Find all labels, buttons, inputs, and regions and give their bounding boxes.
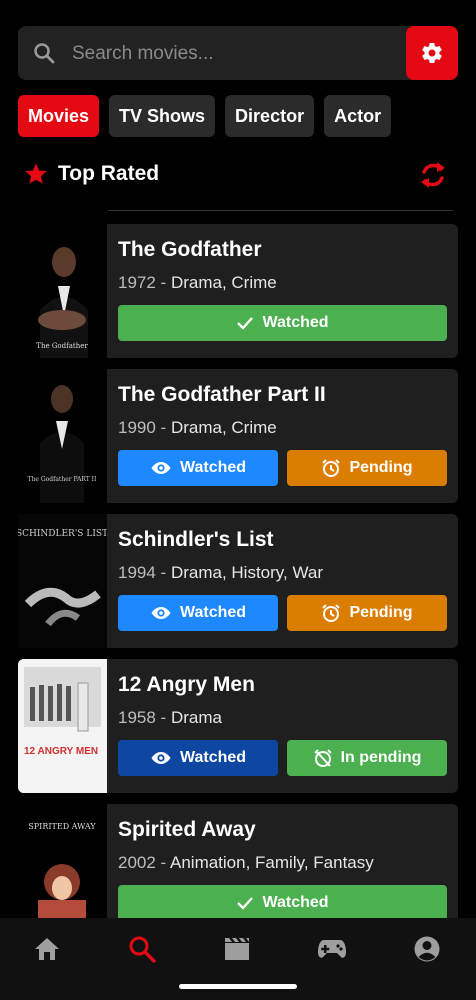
- movie-genres: Animation, Family, Fantasy: [170, 853, 374, 872]
- movie-genres: Drama, Crime: [170, 418, 277, 437]
- nav-movies[interactable]: [217, 932, 257, 966]
- nav-search[interactable]: [122, 932, 162, 966]
- movie-title: The Godfather Part II: [118, 383, 326, 406]
- alarm-icon: [322, 459, 341, 477]
- watched-button[interactable]: Watched: [118, 595, 278, 631]
- search-input[interactable]: [70, 26, 404, 82]
- home-indicator: [179, 984, 297, 989]
- movie-card[interactable]: The Godfather The Godfather 1972 - Drama…: [18, 224, 458, 358]
- eye-icon: [151, 607, 171, 619]
- filter-tabs: Movies TV Shows Director Actor: [18, 95, 392, 137]
- nav-account[interactable]: [407, 932, 447, 966]
- button-label: Watched: [179, 604, 247, 621]
- movie-info: The Godfather 1972 - Drama, Crime Watche…: [107, 224, 458, 358]
- button-label: Watched: [179, 459, 247, 476]
- divider: [108, 210, 453, 211]
- nav-home[interactable]: [27, 932, 67, 966]
- search-bar: [18, 26, 458, 82]
- button-label: Watched: [179, 749, 247, 766]
- movie-info: The Godfather Part II 1990 - Drama, Crim…: [107, 369, 458, 503]
- movie-poster: SCHINDLER'S LIST: [18, 514, 107, 648]
- movie-title: 12 Angry Men: [118, 673, 255, 696]
- gamepad-icon: [318, 940, 346, 958]
- poster-text: The Godfather PART II: [28, 476, 97, 483]
- tab-director[interactable]: Director: [225, 95, 315, 137]
- movie-card[interactable]: The Godfather PART II The Godfather Part…: [18, 369, 458, 503]
- movie-year: 1990: [118, 418, 156, 437]
- button-label: Watched: [262, 894, 329, 911]
- movie-icon: [225, 938, 249, 960]
- movie-poster: The Godfather: [18, 224, 107, 358]
- tab-actor[interactable]: Actor: [324, 95, 392, 137]
- button-label: Pending: [349, 604, 413, 621]
- movie-poster: The Godfather PART II: [18, 369, 107, 503]
- in-pending-button[interactable]: In pending: [287, 740, 447, 776]
- movie-title: The Godfather: [118, 238, 262, 261]
- pending-button[interactable]: Pending: [287, 595, 447, 631]
- section-title: Top Rated: [58, 162, 160, 185]
- movie-genres: Drama, History, War: [170, 563, 323, 582]
- tab-tv-shows[interactable]: TV Shows: [109, 95, 216, 137]
- movie-year: 1972: [118, 273, 156, 292]
- nav-games[interactable]: [312, 932, 352, 966]
- movie-year: 2002: [118, 853, 156, 872]
- gear-icon: [422, 42, 442, 64]
- movie-year: 1958: [118, 708, 156, 727]
- check-icon: [237, 897, 254, 910]
- check-icon: [237, 317, 254, 330]
- button-label: Watched: [262, 314, 329, 331]
- poster-text: SCHINDLER'S LIST: [18, 529, 107, 539]
- star-icon: [25, 163, 47, 184]
- search-icon: [129, 936, 156, 963]
- refresh-icon[interactable]: [418, 158, 448, 192]
- movie-info: Schindler's List 1994 - Drama, History, …: [107, 514, 458, 648]
- watched-button[interactable]: Watched: [118, 450, 278, 486]
- movie-meta: 2002 - Animation, Family, Fantasy: [118, 853, 374, 872]
- movie-meta: 1958 - Drama: [118, 708, 222, 727]
- watched-button[interactable]: Watched: [118, 885, 447, 921]
- movie-genres: Drama, Crime: [170, 273, 277, 292]
- movie-meta: 1990 - Drama, Crime: [118, 418, 277, 437]
- movie-card[interactable]: 12 ANGRY MEN 12 Angry Men 1958 - Drama W…: [18, 659, 458, 793]
- movie-title: Spirited Away: [118, 818, 256, 841]
- eye-icon: [151, 752, 171, 764]
- movie-card[interactable]: SCHINDLER'S LIST Schindler's List 1994 -…: [18, 514, 458, 648]
- section-header: Top Rated: [18, 156, 458, 196]
- movie-year: 1994: [118, 563, 156, 582]
- poster-text: The Godfather: [36, 342, 88, 350]
- alarm-icon: [322, 604, 341, 622]
- tab-movies[interactable]: Movies: [18, 95, 100, 137]
- watched-button[interactable]: Watched: [118, 305, 447, 341]
- movie-meta: 1994 - Drama, History, War: [118, 563, 323, 582]
- eye-icon: [151, 462, 171, 474]
- home-icon: [35, 938, 59, 960]
- watched-button[interactable]: Watched: [118, 740, 278, 776]
- bottom-navigation: [0, 918, 476, 1000]
- settings-button[interactable]: [406, 26, 458, 80]
- movie-info: 12 Angry Men 1958 - Drama Watched In pen…: [107, 659, 458, 793]
- button-label: In pending: [340, 749, 422, 766]
- movie-meta: 1972 - Drama, Crime: [118, 273, 277, 292]
- alarm-off-icon: [313, 749, 332, 767]
- movie-poster: 12 ANGRY MEN: [18, 659, 107, 793]
- pending-button[interactable]: Pending: [287, 450, 447, 486]
- poster-text: SPIRITED AWAY: [28, 822, 96, 831]
- account-icon: [414, 936, 440, 962]
- movie-genres: Drama: [170, 708, 222, 727]
- movie-title: Schindler's List: [118, 528, 274, 551]
- button-label: Pending: [349, 459, 413, 476]
- search-icon: [34, 43, 55, 64]
- poster-text: 12 ANGRY MEN: [24, 746, 98, 757]
